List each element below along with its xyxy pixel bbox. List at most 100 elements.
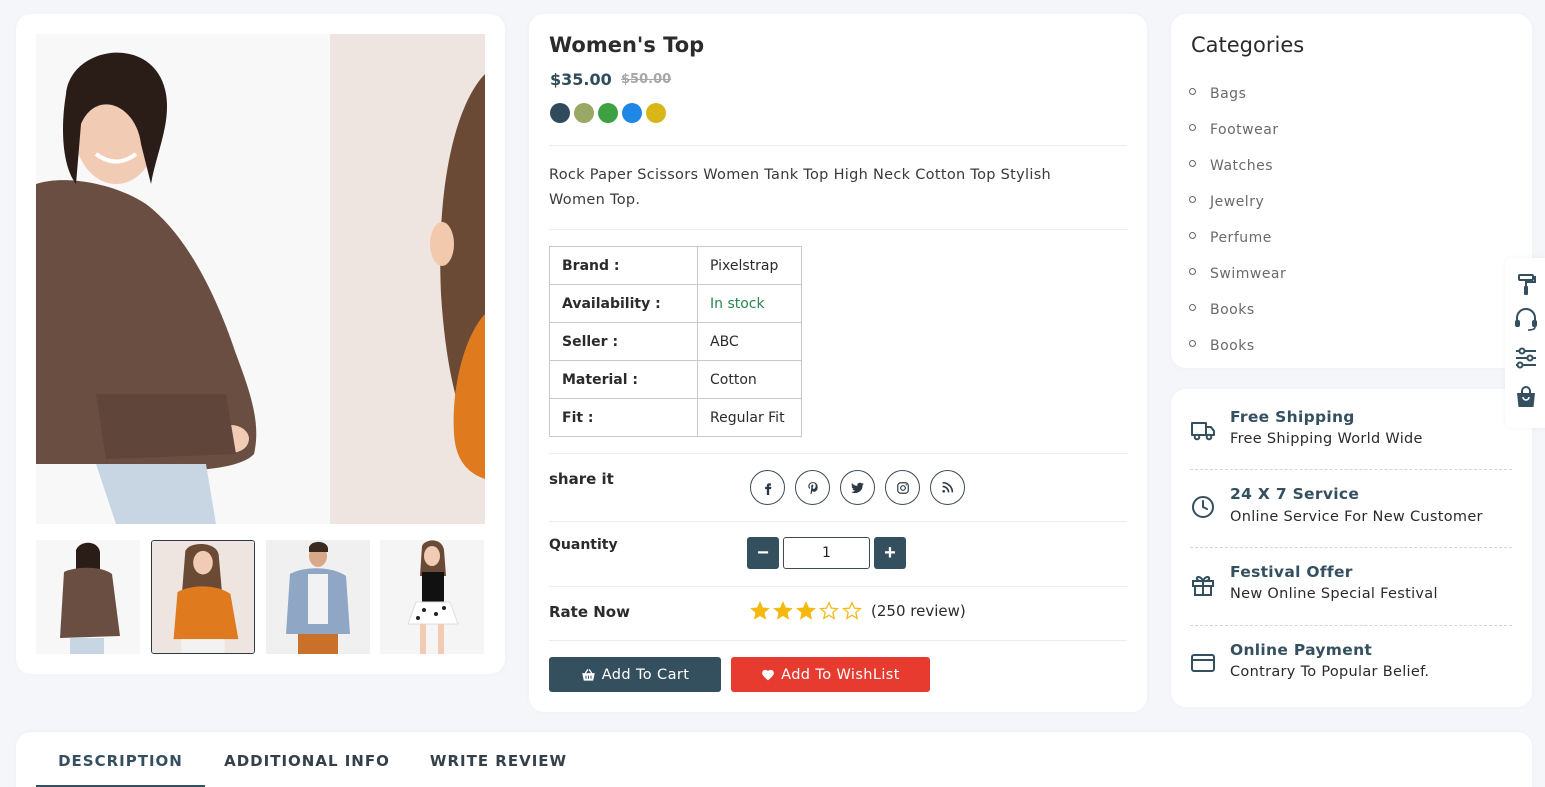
spec-row: Fit : Regular Fit xyxy=(549,398,802,437)
add-to-wishlist-button[interactable]: Add To WishList xyxy=(731,657,930,692)
spec-row: Material : Cotton xyxy=(549,360,802,399)
star-filled-icon[interactable] xyxy=(750,601,770,621)
thumbnail-2[interactable] xyxy=(151,540,255,654)
divider xyxy=(1190,625,1512,626)
color-swatch[interactable] xyxy=(574,103,594,123)
bullet-icon xyxy=(1189,159,1196,167)
star-filled-icon[interactable] xyxy=(773,601,793,621)
card-icon xyxy=(1191,654,1215,672)
thumbnail-3[interactable] xyxy=(266,540,370,654)
rss-icon[interactable] xyxy=(930,470,965,505)
service-item: Free Shipping Free Shipping World Wide xyxy=(1190,399,1512,477)
thumbnail-1-graphic xyxy=(36,540,140,654)
add-to-cart-button[interactable]: Add To Cart xyxy=(549,657,721,692)
categories-title: Categories xyxy=(1191,33,1305,57)
quantity-stepper: − + xyxy=(747,537,906,569)
spec-value: Regular Fit xyxy=(697,398,802,437)
product-gallery xyxy=(16,14,505,674)
divider xyxy=(549,229,1127,230)
spec-value: Pixelstrap xyxy=(697,246,802,285)
clock-icon xyxy=(1192,496,1214,518)
quantity-decrease-button[interactable]: − xyxy=(747,537,779,569)
instagram-icon[interactable] xyxy=(885,470,920,505)
basket-icon xyxy=(581,668,595,681)
color-swatch[interactable] xyxy=(622,103,642,123)
service-title: 24 X 7 Service xyxy=(1230,485,1360,503)
service-title: Free Shipping xyxy=(1230,408,1355,426)
quantity-input[interactable] xyxy=(783,537,870,569)
star-empty-icon[interactable] xyxy=(842,601,862,621)
spec-value: Cotton xyxy=(697,360,802,399)
add-to-cart-label: Add To Cart xyxy=(601,666,690,683)
product-price: $35.00 xyxy=(550,70,612,89)
spec-key: Brand : xyxy=(549,246,698,285)
gift-icon xyxy=(1192,575,1214,596)
product-description: Rock Paper Scissors Women Tank Top High … xyxy=(549,167,1052,208)
category-item[interactable]: Perfume xyxy=(1189,220,1286,256)
bullet-icon xyxy=(1189,339,1196,347)
category-label: Books xyxy=(1210,338,1255,354)
category-item[interactable]: Books xyxy=(1189,292,1286,328)
category-label: Swimwear xyxy=(1210,266,1287,282)
pinterest-icon[interactable] xyxy=(795,470,830,505)
product-old-price: $50.00 xyxy=(621,72,672,87)
thumbnail-2-graphic xyxy=(152,541,254,653)
service-item: Festival Offer New Online Special Festiv… xyxy=(1190,554,1512,632)
divider xyxy=(549,145,1127,146)
service-title: Online Payment xyxy=(1230,641,1373,659)
category-label: Bags xyxy=(1210,86,1247,102)
bullet-icon xyxy=(1189,303,1196,311)
thumbnail-strip xyxy=(36,540,485,654)
tab-write-review[interactable]: WRITE REVIEW xyxy=(426,752,571,787)
category-item[interactable]: Swimwear xyxy=(1189,256,1286,292)
spec-row: Seller : ABC xyxy=(549,322,802,361)
headset-icon[interactable] xyxy=(1513,306,1539,332)
service-item: Online Payment Contrary To Popular Belie… xyxy=(1190,632,1512,710)
category-item[interactable]: Watches xyxy=(1189,148,1286,184)
color-swatch[interactable] xyxy=(550,103,570,123)
divider xyxy=(1190,547,1512,548)
tab-additional-info[interactable]: ADDITIONAL INFO xyxy=(222,752,392,787)
spec-row: Availability : In stock xyxy=(549,284,802,323)
rating-stars: (250 review) xyxy=(750,601,966,621)
service-title: Festival Offer xyxy=(1230,563,1353,581)
color-swatch[interactable] xyxy=(646,103,666,123)
category-label: Jewelry xyxy=(1210,194,1265,210)
services-panel: Free Shipping Free Shipping World Wide 2… xyxy=(1171,389,1532,707)
category-item[interactable]: Books xyxy=(1189,328,1286,364)
spec-row: Brand : Pixelstrap xyxy=(549,246,802,285)
thumbnail-1[interactable] xyxy=(36,540,140,654)
twitter-icon[interactable] xyxy=(840,470,875,505)
category-label: Books xyxy=(1210,302,1255,318)
floating-tool-bar xyxy=(1505,258,1545,428)
spec-value: ABC xyxy=(697,322,802,361)
thumbnail-4-graphic xyxy=(380,540,484,654)
quantity-increase-button[interactable]: + xyxy=(874,537,906,569)
sliders-icon[interactable] xyxy=(1513,345,1539,371)
main-product-image[interactable] xyxy=(36,34,485,524)
paint-roller-icon[interactable] xyxy=(1513,272,1539,298)
divider xyxy=(549,453,1127,454)
product-title: Women's Top xyxy=(549,33,705,57)
categories-panel: Categories Bags Footwear Watches Jewelry Per… xyxy=(1171,14,1532,368)
divider xyxy=(549,640,1127,641)
facebook-icon[interactable] xyxy=(750,470,785,505)
shopping-bag-icon[interactable] xyxy=(1513,384,1539,410)
product-specs-table: Brand : Pixelstrap Availability : In sto… xyxy=(549,246,802,437)
quantity-label: Quantity xyxy=(549,537,618,553)
category-item[interactable]: Footwear xyxy=(1189,112,1286,148)
share-label: share it xyxy=(549,470,614,488)
color-swatch[interactable] xyxy=(598,103,618,123)
spec-value-stock: In stock xyxy=(697,284,802,323)
category-label: Perfume xyxy=(1210,230,1272,246)
bullet-icon xyxy=(1189,87,1196,95)
social-share-buttons xyxy=(750,470,965,505)
color-swatches xyxy=(550,103,666,123)
thumbnail-4[interactable] xyxy=(380,540,484,654)
star-empty-icon[interactable] xyxy=(819,601,839,621)
star-filled-icon[interactable] xyxy=(796,601,816,621)
category-item[interactable]: Bags xyxy=(1189,76,1286,112)
spec-key: Material : xyxy=(549,360,698,399)
category-item[interactable]: Jewelry xyxy=(1189,184,1286,220)
tab-description[interactable]: DESCRIPTION xyxy=(36,752,205,787)
